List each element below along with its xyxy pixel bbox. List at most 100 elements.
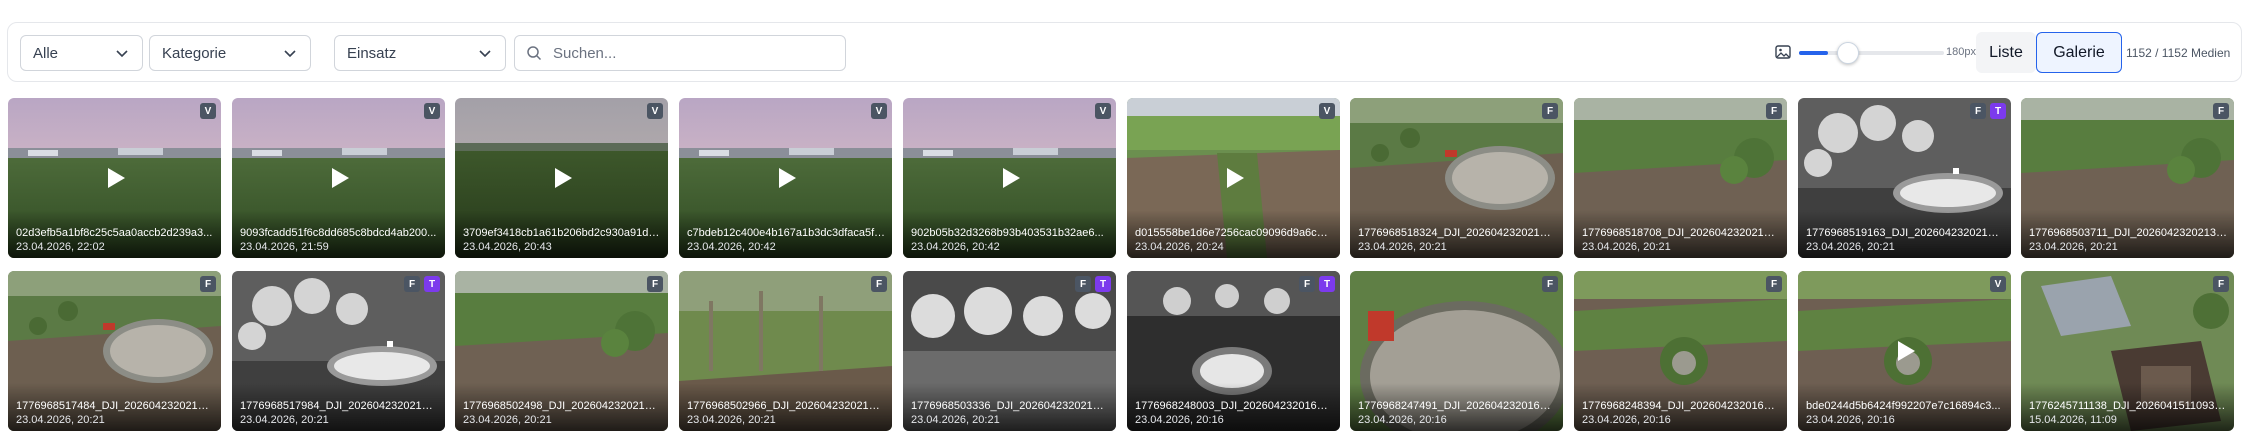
photo-tile[interactable]: F 1776968517484_DJI_20260423202132... 23.0… [8,271,221,431]
media-date: 23.04.2026, 21:59 [240,241,329,253]
photo-tile[interactable]: F T 1776968517984_DJI_20260423202133... 23.… [232,271,445,431]
photo-badge: F [2213,103,2229,119]
video-badge: V [200,103,216,119]
video-tile[interactable]: V 3709ef3418cb1a61b206bd2c930a91d8... 23.0… [455,98,668,258]
video-tile[interactable]: Vd015558be1d6e7256cac09096d9a6c51... 23.0… [1127,98,1340,258]
media-filename: 1776968517484_DJI_20260423202132... [16,400,214,412]
photo-tile[interactable]: F 1776968518708_DJI_20260423202139... 23.0… [1574,98,1787,258]
photo-badge: F [647,276,663,292]
mission-filter-value: Einsatz [347,44,397,62]
media-badges: F [2213,276,2229,292]
media-badges: FT [404,276,440,292]
photo-badge: F [2213,276,2229,292]
video-badge: V [424,103,440,119]
media-count: 1152 / 1152 Medien [2126,46,2231,60]
media-badges: F [1542,276,1558,292]
media-filename: 1776968502498_DJI_20260423202122... [463,400,661,412]
media-date: 23.04.2026, 20:16 [1582,414,1671,426]
play-icon [555,168,572,188]
media-badges: V [871,103,887,119]
media-date: 23.04.2026, 20:21 [1582,241,1671,253]
media-filename: 1776968247491_DJI_20260423201650... [1358,400,1556,412]
photo-tile[interactable]: F T 1776968503336_DJI_20260423202123... 23.… [903,271,1116,431]
photo-tile[interactable]: F 1776968518324_DJI_20260423202139... 23.0… [1350,98,1563,258]
thermal-badge: T [424,276,440,292]
media-date: 23.04.2026, 20:21 [2029,241,2118,253]
slider-thumb[interactable] [1837,42,1859,64]
media-date: 23.04.2026, 20:43 [463,241,552,253]
video-tile[interactable]: Vc7bdeb12c400e4b167a1b3dc3dfaca5ffa... 23… [679,98,892,258]
media-badges: V [647,103,663,119]
media-badges: FT [1970,103,2006,119]
video-badge: V [871,103,887,119]
video-tile[interactable]: V 9093fcadd51f6c8dd685c8bdcd4ab200... 23.0… [232,98,445,258]
media-date: 23.04.2026, 20:21 [240,414,329,426]
media-badges: FT [1299,276,1335,292]
photo-badge: F [1542,103,1558,119]
video-tile[interactable]: V 902b05b32d3268b93b403531b32ae6... 23.04.… [903,98,1116,258]
video-badge: V [1319,103,1335,119]
media-badges: F [1766,103,1782,119]
type-filter-select[interactable]: Alle [20,35,143,71]
chevron-down-icon [479,50,491,58]
photo-badge: F [871,276,887,292]
media-date: 23.04.2026, 20:24 [1135,241,1224,253]
media-badges: V [1095,103,1111,119]
search-input[interactable] [553,42,833,64]
media-date: 23.04.2026, 20:16 [1358,414,1447,426]
thumbnail-size-label: 180px [1946,46,1976,58]
video-badge: V [1990,276,2006,292]
search-box [514,35,846,71]
photo-badge: F [1542,276,1558,292]
chevron-down-icon [284,50,296,58]
media-badges: F [200,276,216,292]
photo-badge: F [1299,276,1315,292]
photo-tile[interactable]: F T 1776968248003_DJI_20260423201651... 23.… [1127,271,1340,431]
photo-tile[interactable]: F 1776968247491_DJI_20260423201650... 23.0… [1350,271,1563,431]
media-date: 23.04.2026, 22:02 [16,241,105,253]
media-filename: bde0244d5b6424f992207e7c16894c3... [1806,400,2001,412]
photo-tile[interactable]: F 1776245711138_DJI_20260415110935_0... 15… [2021,271,2234,431]
media-filename: 9093fcadd51f6c8dd685c8bdcd4ab200... [240,227,437,239]
media-date: 15.04.2026, 11:09 [2029,414,2117,426]
video-tile[interactable]: V 02d3efb5a1bf8c25c5aa0accb2d239a3... 23.0… [8,98,221,258]
photo-tile[interactable]: F 1776968502498_DJI_20260423202122... 23.0… [455,271,668,431]
media-filename: 1776968518708_DJI_20260423202139... [1582,227,1780,239]
media-filename: 1776968519163_DJI_20260423202139_... [1806,227,2004,239]
photo-tile[interactable]: F 1776968502966_DJI_20260423202122... 23.0… [679,271,892,431]
filter-toolbar: Alle Kategorie Einsatz 180px Liste Galer… [7,22,2242,82]
thumbnail-size-slider[interactable] [1799,39,1944,67]
category-filter-value: Kategorie [162,44,227,62]
photo-tile[interactable]: F T 1776968519163_DJI_20260423202139_... 23… [1798,98,2011,258]
gallery-view-button[interactable]: Galerie [2036,32,2122,73]
photo-badge: F [200,276,216,292]
media-badges: V [1319,103,1335,119]
media-date: 23.04.2026, 20:21 [687,414,776,426]
video-tile[interactable]: Vbde0244d5b6424f992207e7c16894c3... 23.04… [1798,271,2011,431]
category-filter-select[interactable]: Kategorie [149,35,311,71]
play-icon [1003,168,1020,188]
media-date: 23.04.2026, 20:21 [16,414,105,426]
media-badges: F [647,276,663,292]
slider-fill [1799,51,1828,55]
media-badges: V [424,103,440,119]
media-filename: 02d3efb5a1bf8c25c5aa0accb2d239a3... [16,227,213,239]
media-badges: V [200,103,216,119]
photo-badge: F [1970,103,1986,119]
photo-badge: F [1766,103,1782,119]
play-icon [779,168,796,188]
media-date: 23.04.2026, 20:21 [1358,241,1447,253]
media-badges: V [1990,276,2006,292]
photo-badge: F [404,276,420,292]
photo-tile[interactable]: F 1776968503711_DJI_20260423202132_... 23.… [2021,98,2234,258]
image-size-icon [1775,45,1791,59]
thermal-badge: T [1095,276,1111,292]
media-filename: 1776968248003_DJI_20260423201651... [1135,400,1333,412]
list-view-button[interactable]: Liste [1976,32,2036,73]
mission-filter-select[interactable]: Einsatz [334,35,506,71]
media-filename: 1776245711138_DJI_20260415110935_0... [2029,400,2227,412]
photo-tile[interactable]: F 1776968248394_DJI_20260423201651... 23.0… [1574,271,1787,431]
media-date: 23.04.2026, 20:42 [687,241,776,253]
media-date: 23.04.2026, 20:16 [1135,414,1224,426]
video-badge: V [647,103,663,119]
